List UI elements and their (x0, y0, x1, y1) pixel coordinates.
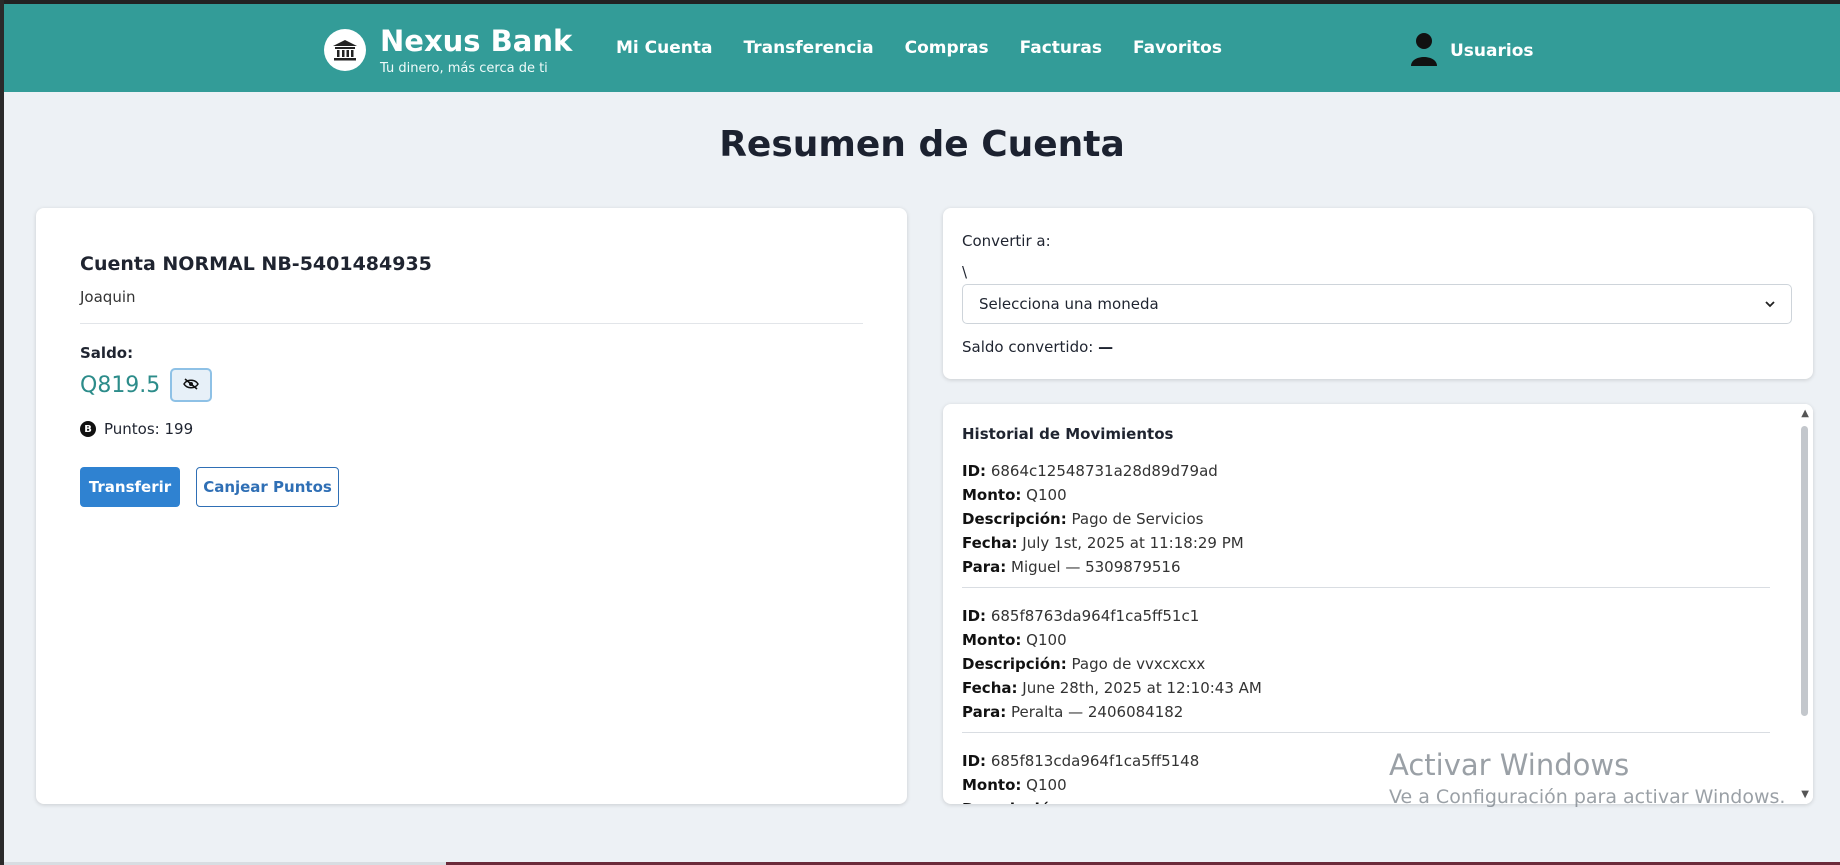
movement-date-value: July 1st, 2025 at 11:18:29 PM (1022, 534, 1244, 552)
divider (80, 323, 863, 324)
windows-activation-watermark: Activar Windows Ve a Configuración para … (1389, 748, 1785, 808)
movement-description-value: Pago de Servicios (1071, 510, 1204, 528)
movement-amount: Monto: Q100 (962, 628, 1770, 652)
user-label: Usuarios (1450, 41, 1534, 61)
points-label: Puntos: 199 (104, 420, 194, 438)
account-title: Cuenta NORMAL NB-5401484935 (80, 253, 432, 275)
field-label-descripcion: Descripción: (962, 510, 1067, 528)
field-label-monto: Monto: (962, 776, 1022, 794)
main-nav: Mi Cuenta Transferencia Compras Facturas… (616, 38, 1253, 58)
account-owner: Joaquin (80, 288, 136, 306)
field-label-id: ID: (962, 462, 987, 480)
convert-label: Convertir a: (962, 232, 1051, 250)
balance-label: Saldo: (80, 344, 134, 362)
points-row: B Puntos: 199 (80, 420, 193, 438)
field-label-para: Para: (962, 703, 1007, 721)
currency-select-value: Selecciona una moneda (979, 295, 1159, 313)
movement-id-value: 6864c12548731a28d89d79ad (990, 462, 1218, 480)
movement-date: Fecha: July 1st, 2025 at 11:18:29 PM (962, 531, 1770, 555)
converted-balance-label: Saldo convertido: (962, 338, 1094, 356)
field-label-para: Para: (962, 558, 1007, 576)
watermark-title: Activar Windows (1389, 748, 1630, 782)
movement-date-value: June 28th, 2025 at 12:10:43 AM (1022, 679, 1262, 697)
bank-icon (324, 29, 366, 71)
movement-description: Descripción: Pago de vvxcxcxx (962, 652, 1770, 676)
movement-id-value: 685f8763da964f1ca5ff51c1 (990, 607, 1200, 625)
page-title: Resumen de Cuenta (719, 124, 1125, 165)
scroll-down-arrow-icon[interactable]: ▼ (1801, 789, 1809, 800)
movement-description-value: Pago de vvxcxcxx (1071, 655, 1206, 673)
movement-amount-value: Q100 (1026, 631, 1067, 649)
field-label-fecha: Fecha: (962, 679, 1018, 697)
redeem-points-button[interactable]: Canjear Puntos (196, 467, 339, 507)
nav-link-transferencia[interactable]: Transferencia (743, 38, 873, 58)
chevron-down-icon (1763, 297, 1777, 315)
movement-recipient-value: Peralta — 2406084182 (1011, 703, 1184, 721)
balance-row: Q819.5 (80, 368, 213, 402)
movement-description: Descripción: Pago de Servicios (962, 507, 1770, 531)
history-title: Historial de Movimientos (962, 425, 1174, 443)
field-label-monto: Monto: (962, 631, 1022, 649)
currency-converter-card: Convertir a: \ Selecciona una moneda Sal… (943, 208, 1813, 379)
scroll-up-arrow-icon[interactable]: ▲ (1801, 408, 1809, 419)
field-label-fecha: Fecha: (962, 534, 1018, 552)
field-label-descripcion: Descripción: (962, 655, 1067, 673)
movement-recipient: Para: Miguel — 5309879516 (962, 555, 1770, 579)
eye-slash-icon (183, 377, 200, 393)
field-label-id: ID: (962, 607, 987, 625)
movement-date: Fecha: June 28th, 2025 at 12:10:43 AM (962, 676, 1770, 700)
movement-recipient: Para: Peralta — 2406084182 (962, 700, 1770, 724)
nav-link-compras[interactable]: Compras (905, 38, 989, 58)
converted-balance-value: — (1098, 338, 1114, 356)
movement-id-value: 685f813cda964f1ca5ff5148 (990, 752, 1200, 770)
user-menu[interactable]: Usuarios (1410, 32, 1534, 70)
movement-amount-value: Q100 (1026, 776, 1067, 794)
brand-tagline: Tu dinero, más cerca de ti (380, 61, 548, 76)
field-label-descripcion: Descripción: (962, 800, 1067, 804)
transaction-history-card[interactable]: Historial de Movimientos ID: 6864c125487… (943, 404, 1813, 804)
nav-link-favoritos[interactable]: Favoritos (1133, 38, 1222, 58)
movement-amount-value: Q100 (1026, 486, 1067, 504)
field-label-monto: Monto: (962, 486, 1022, 504)
movement-recipient-value: Miguel — 5309879516 (1011, 558, 1181, 576)
nav-link-mi-cuenta[interactable]: Mi Cuenta (616, 38, 712, 58)
coin-icon: B (80, 421, 96, 437)
movement-amount: Monto: Q100 (962, 483, 1770, 507)
brand-name: Nexus Bank (380, 24, 573, 58)
brand[interactable]: Nexus Bank Tu dinero, más cerca de ti (324, 24, 572, 76)
nav-link-facturas[interactable]: Facturas (1020, 38, 1102, 58)
transfer-button[interactable]: Transferir (80, 467, 180, 507)
account-card: Cuenta NORMAL NB-5401484935 Joaquin Sald… (36, 208, 907, 804)
toggle-balance-visibility-button[interactable] (170, 368, 213, 402)
movement-id: ID: 685f8763da964f1ca5ff51c1 (962, 604, 1770, 628)
converted-balance: Saldo convertido: — (962, 338, 1113, 356)
currency-select[interactable]: Selecciona una moneda (962, 284, 1792, 324)
navbar: Nexus Bank Tu dinero, más cerca de ti Mi… (4, 4, 1840, 92)
watermark-subtitle: Ve a Configuración para activar Windows. (1389, 786, 1786, 808)
stray-text: \ (962, 263, 968, 281)
field-label-id: ID: (962, 752, 987, 770)
movement-id: ID: 6864c12548731a28d89d79ad (962, 459, 1770, 483)
list-item: ID: 685f8763da964f1ca5ff51c1 Monto: Q100… (962, 604, 1770, 733)
list-item: ID: 6864c12548731a28d89d79ad Monto: Q100… (962, 459, 1770, 588)
history-scrollbar[interactable]: ▲ ▼ (1797, 404, 1813, 804)
scrollbar-thumb[interactable] (1801, 426, 1808, 716)
user-icon (1410, 32, 1438, 70)
balance-value: Q819.5 (80, 372, 161, 398)
